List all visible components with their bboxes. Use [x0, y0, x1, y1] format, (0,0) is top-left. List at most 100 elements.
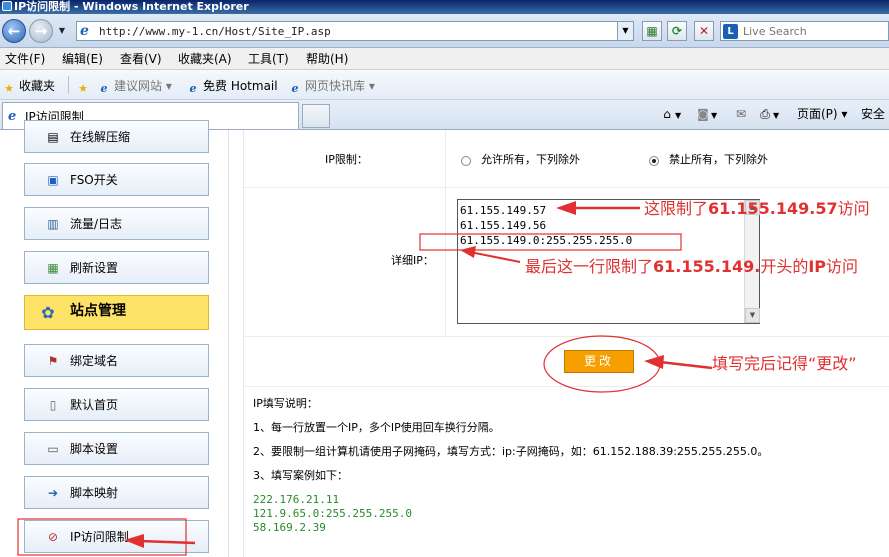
sidebar-item-default-page[interactable]: ▯ 默认首页	[24, 388, 209, 421]
chevron-down-icon: ▼	[675, 111, 682, 120]
live-search-icon: L	[723, 24, 738, 39]
add-favorite-button[interactable]: ★	[76, 78, 93, 96]
add-favorite-icon: ★	[78, 82, 88, 95]
print-button[interactable]: ⎙ ▼	[757, 106, 779, 124]
ie-page-icon: e	[80, 23, 89, 39]
chevron-down-icon: ▼	[711, 111, 718, 120]
stamp-icon: ⚑	[47, 354, 59, 368]
refresh-button[interactable]: ⟳	[667, 21, 687, 41]
star-icon: ★	[4, 82, 14, 95]
menu-view[interactable]: 查看(V)	[120, 51, 162, 67]
column-divider	[445, 130, 446, 336]
compatibility-icon: ▦	[646, 24, 658, 38]
sidebar-item-label: 脚本映射	[70, 486, 119, 500]
sidebar-item-site-management[interactable]: ✿ 站点管理	[24, 295, 209, 330]
sidebar-item-script-settings[interactable]: ▭ 脚本设置	[24, 432, 209, 465]
rss-icon: ◙	[697, 107, 709, 121]
ie-page-icon: e	[8, 109, 17, 124]
example-ip: 222.176.21.11	[253, 493, 340, 506]
fav-link-webslice[interactable]: e 网页快讯库 ▾	[288, 78, 375, 96]
forward-arrow-icon: →	[34, 22, 48, 40]
fav-link-label: 网页快讯库 ▾	[305, 79, 375, 93]
sidebar-item-unzip[interactable]: ▤ 在线解压缩	[24, 120, 209, 153]
favorites-label: 收藏夹	[19, 79, 56, 93]
sidebar-item-refresh-settings[interactable]: ▦ 刷新设置	[24, 251, 209, 284]
history-dropdown-button[interactable]: ▼	[56, 24, 68, 38]
search-input[interactable]	[743, 23, 883, 39]
annotation-ip: 61.155.149.57	[708, 199, 838, 218]
allow-all-radio[interactable]	[461, 156, 471, 166]
sidebar-item-label: 在线解压缩	[70, 130, 131, 144]
page-icon: ▯	[49, 398, 57, 412]
sidebar-item-label: 脚本设置	[70, 442, 119, 456]
sidebar-item-label: 默认首页	[70, 398, 119, 412]
ie-page-icon: e	[189, 82, 197, 95]
mapping-icon: ➔	[47, 486, 59, 500]
archive-icon: ▤	[47, 130, 59, 144]
forward-button[interactable]: →	[29, 19, 53, 43]
sidebar-item-label: 绑定域名	[70, 354, 119, 368]
mail-button[interactable]: ✉	[733, 106, 749, 122]
chart-icon: ▥	[47, 217, 59, 231]
favorites-button[interactable]: ★ 收藏夹	[2, 78, 55, 96]
feeds-button[interactable]: ◙ ▼	[695, 106, 717, 124]
main-panel	[243, 130, 889, 557]
annotation-text: 访问	[837, 199, 870, 218]
safety-menu-button[interactable]: 安全	[861, 106, 885, 122]
favorites-bar: ★ 收藏夹 ★ e 建议网站 ▾ e 免费 Hotmail e 网页快讯库 ▾	[0, 70, 889, 100]
menu-edit[interactable]: 编辑(E)	[62, 51, 103, 67]
address-input[interactable]	[99, 23, 609, 39]
sidebar-item-traffic-log[interactable]: ▥ 流量/日志	[24, 207, 209, 240]
annotation-ip: IP	[808, 257, 827, 276]
deny-all-radio[interactable]	[649, 156, 659, 166]
sidebar-item-label: 站点管理	[70, 303, 126, 319]
sidebar-item-fso[interactable]: ▣ FSO开关	[24, 163, 209, 196]
compatibility-view-button[interactable]: ▦	[642, 21, 662, 41]
help-title: IP填写说明：	[253, 397, 318, 410]
toolbar-divider	[68, 76, 69, 94]
refresh-grid-icon: ▦	[47, 261, 59, 275]
chevron-down-icon: ▼	[58, 26, 66, 35]
refresh-icon: ⟳	[671, 24, 683, 38]
menu-tools[interactable]: 工具(T)	[248, 51, 289, 67]
ie-window-icon	[2, 1, 12, 11]
menu-favorites[interactable]: 收藏夹(A)	[178, 51, 232, 67]
submit-change-button[interactable]: 更改	[564, 350, 634, 373]
address-dropdown-button[interactable]: ▼	[617, 22, 633, 40]
annotation-ip: 61.155.149.	[653, 257, 761, 276]
ie-page-icon: e	[100, 82, 108, 95]
page-menu-button[interactable]: 页面(P) ▾	[797, 106, 847, 122]
table-divider	[243, 336, 889, 337]
fav-link-suggested[interactable]: e 建议网站 ▾	[97, 78, 172, 96]
menu-help[interactable]: 帮助(H)	[306, 51, 348, 67]
back-button[interactable]: ←	[2, 19, 26, 43]
printer-icon: ⎙	[760, 107, 770, 121]
fav-link-label: 免费 Hotmail	[203, 79, 278, 93]
sidebar: ▤ 在线解压缩 ▣ FSO开关 ▥ 流量/日志 ▦ 刷新设置 ✿ 站点管理 ⚑ …	[0, 120, 229, 557]
stop-icon: ✕	[698, 24, 710, 38]
address-box: e ▼	[76, 21, 634, 41]
fav-link-hotmail[interactable]: e 免费 Hotmail	[186, 78, 278, 96]
deny-all-label: 禁止所有，下列除外	[669, 153, 768, 166]
sidebar-item-ip-restriction[interactable]: ⊘ IP访问限制	[24, 520, 209, 553]
home-icon: ⌂	[663, 107, 671, 121]
stop-button[interactable]: ✕	[694, 21, 714, 41]
window-title: IP访问限制 - Windows Internet Explorer	[14, 0, 249, 13]
annotation-note-1: 这限制了61.155.149.57访问	[644, 199, 870, 219]
new-tab-button[interactable]	[302, 104, 330, 128]
example-ip: 58.169.2.39	[253, 521, 326, 534]
home-button[interactable]: ⌂ ▼	[659, 106, 681, 124]
search-box: L	[720, 21, 889, 41]
allow-all-label: 允许所有，下列除外	[481, 153, 580, 166]
table-divider	[243, 187, 889, 188]
mail-icon: ✉	[735, 107, 747, 121]
sidebar-item-label: 刷新设置	[70, 261, 119, 275]
table-divider	[243, 386, 889, 387]
menu-file[interactable]: 文件(F)	[5, 51, 45, 67]
annotation-text: 开头的	[760, 257, 809, 276]
sidebar-item-bind-domain[interactable]: ⚑ 绑定域名	[24, 344, 209, 377]
annotation-note-3: 填写完后记得“更改”	[712, 354, 857, 373]
annotation-text: 最后这一行限制了	[525, 257, 654, 276]
scroll-down-icon[interactable]: ▼	[745, 308, 760, 323]
sidebar-item-script-mapping[interactable]: ➔ 脚本映射	[24, 476, 209, 509]
